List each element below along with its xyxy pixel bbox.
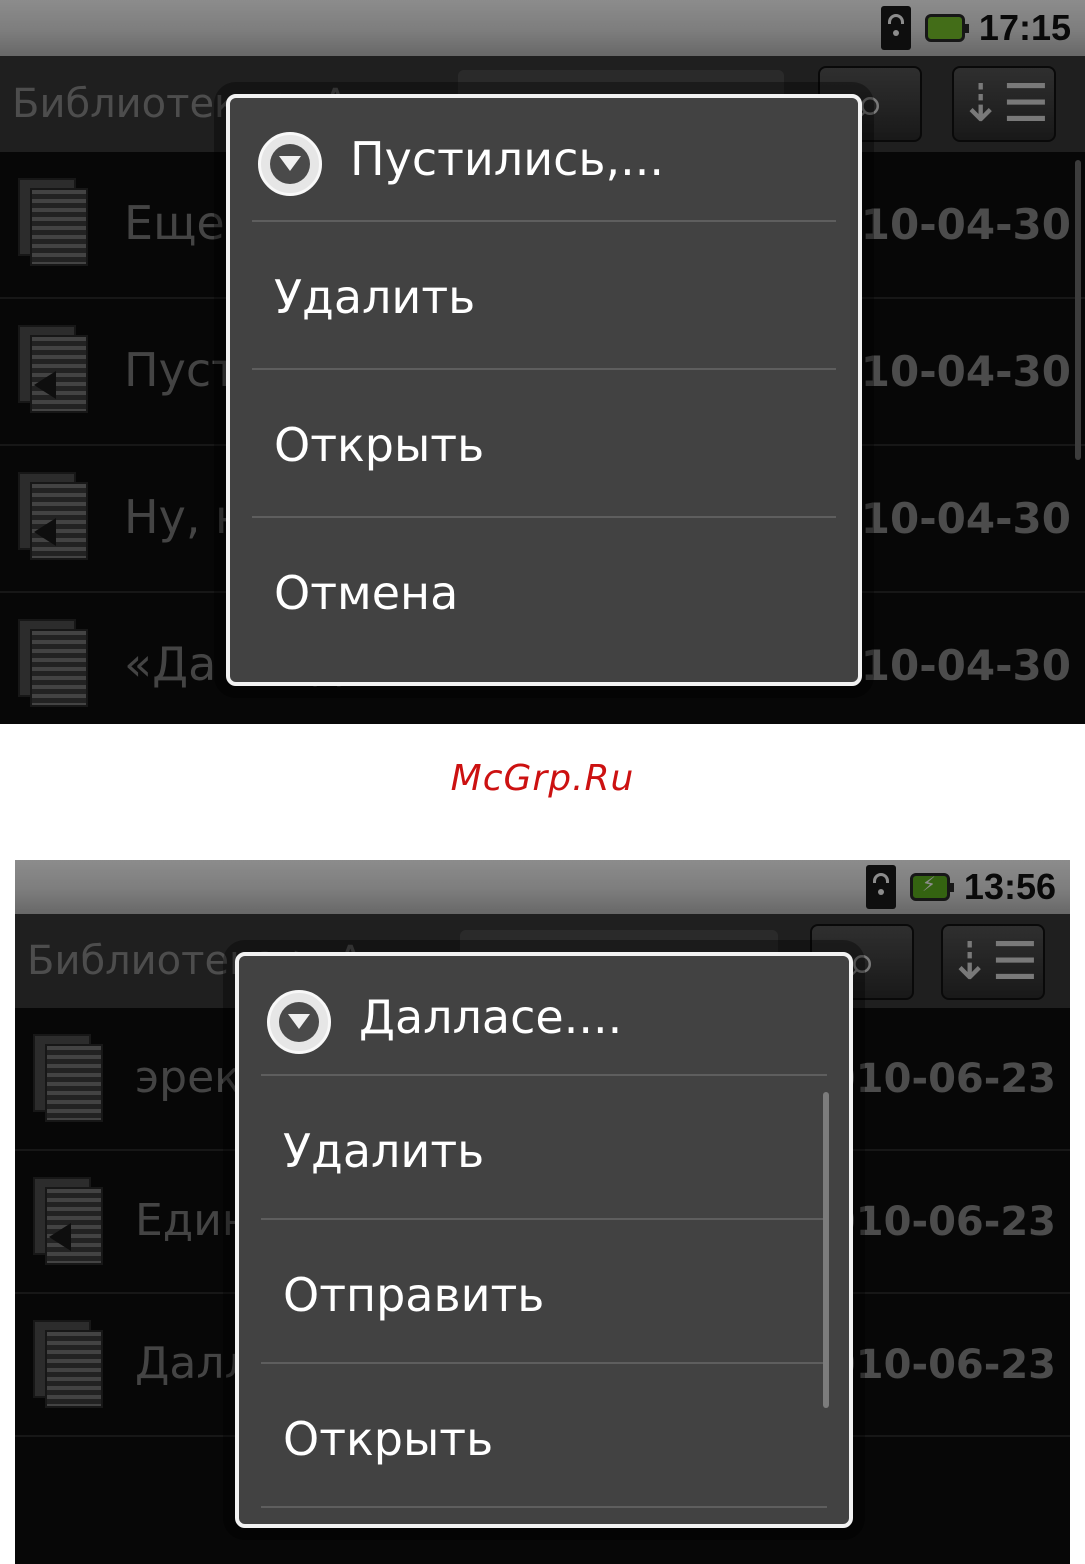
menu-down-icon <box>267 990 331 1054</box>
menu-item-delete[interactable]: Удалить <box>261 1076 827 1220</box>
menu-item-label: Удалить <box>283 1124 485 1178</box>
context-menu-dialog: Далласе.... Удалить Отправить Открыть <box>235 952 853 1528</box>
dialog-header: Далласе.... <box>261 956 827 1076</box>
menu-item-send[interactable]: Отправить <box>261 1220 827 1364</box>
menu-item-label: Открыть <box>274 418 485 472</box>
menu-item-label: Удалить <box>274 270 476 324</box>
dialog-header: Пустились,... <box>252 98 836 222</box>
watermark-text: McGrp.Ru <box>450 758 635 799</box>
screenshot-2: 13:56 Библиотека > Анн... ⌕ ⇣☰ эрекция 2… <box>15 860 1070 1564</box>
dialog-title: Далласе.... <box>359 990 623 1044</box>
menu-item-open[interactable]: Открыть <box>252 370 836 518</box>
menu-item-delete[interactable]: Удалить <box>252 222 836 370</box>
dialog-scrollbar[interactable] <box>823 1092 829 1408</box>
menu-item-label: Отмена <box>274 566 459 620</box>
menu-item-label: Отправить <box>283 1268 545 1322</box>
dialog-title: Пустились,... <box>350 132 664 186</box>
screenshot-1: 17:15 Библиотека > Аннота природа ⌕ ⇣☰ Е… <box>0 0 1085 724</box>
menu-item-open[interactable]: Открыть <box>261 1364 827 1508</box>
menu-down-icon <box>258 132 322 196</box>
context-menu-dialog: Пустились,... Удалить Открыть Отмена <box>226 94 862 686</box>
menu-item-label: Открыть <box>283 1412 494 1466</box>
menu-item-cancel[interactable]: Отмена <box>252 518 836 664</box>
